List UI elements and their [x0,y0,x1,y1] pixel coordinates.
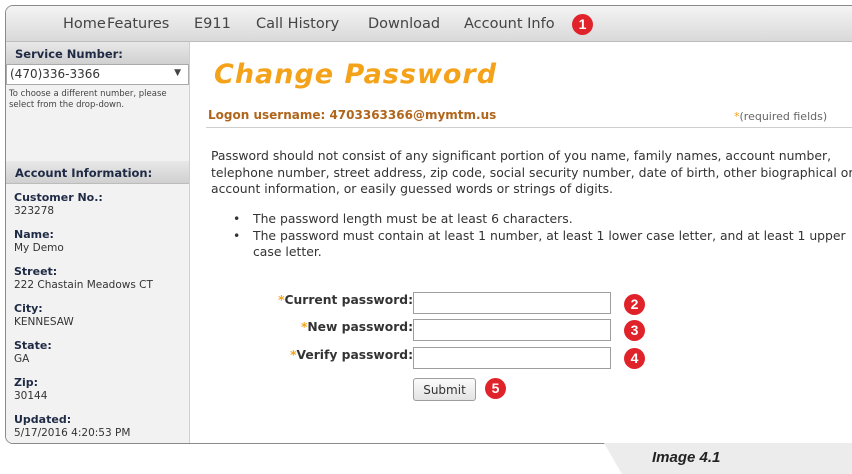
street-label: Street: [14,265,58,278]
password-rule-length: The password length must be at least 6 c… [231,211,852,227]
new-password-label: *New password: [301,320,413,334]
divider [206,127,852,128]
name-label: Name: [14,228,54,241]
name-value: My Demo [14,242,64,254]
new-password-field[interactable] [413,319,611,341]
updated-value: 5/17/2016 4:20:53 PM [14,427,131,439]
app-window: Home Features E911 Call History Download… [5,5,852,444]
new-password-label-text: New password: [307,320,413,334]
nav-account-info[interactable]: Account Info [464,16,555,32]
chevron-down-icon: ▼ [174,68,181,78]
current-password-label: *Current password: [278,293,413,307]
service-number-label: Service Number: [15,47,123,61]
verify-password-label: *Verify password: [290,348,413,362]
callout-badge-5: 5 [485,378,506,399]
required-text: (required fields) [739,110,828,123]
password-rule-complexity: The password must contain at least 1 num… [231,228,852,260]
customer-no-value: 323278 [14,205,55,217]
customer-no-label: Customer No.: [14,191,103,204]
submit-button[interactable]: Submit [413,378,476,401]
nav-features[interactable]: Features [107,16,169,32]
city-value: KENNESAW [14,316,74,328]
service-number-header: Service Number: [6,42,189,65]
nav-home[interactable]: Home [63,16,106,32]
account-information-label: Account Information: [15,166,153,180]
account-information-header: Account Information: [6,161,189,184]
callout-badge-2: 2 [624,294,645,315]
nav-e911[interactable]: E911 [194,16,231,32]
service-number-value: (470)336-3366 [10,67,101,81]
updated-label: Updated: [14,413,72,426]
zip-label: Zip: [14,376,39,389]
top-navigation: Home Features E911 Call History Download… [6,6,852,42]
page-title: Change Password [214,59,498,90]
city-label: City: [14,302,43,315]
callout-badge-1: 1 [572,14,593,35]
nav-call-history[interactable]: Call History [256,16,339,32]
logon-username: Logon username: 4703363366@mymtm.us [208,108,497,122]
callout-badge-3: 3 [624,320,645,341]
current-password-field[interactable] [413,292,611,314]
figure-caption: Image 4.1 [652,449,721,466]
street-value: 222 Chastain Meadows CT [14,279,153,291]
verify-password-label-text: Verify password: [296,348,413,362]
caption-tab [604,443,852,474]
callout-badge-4: 4 [624,348,645,369]
required-fields-note: *(required fields) [734,110,827,123]
zip-value: 30144 [14,390,48,402]
current-password-label-text: Current password: [284,293,414,307]
sidebar: Service Number: (470)336-3366 ▼ To choos… [6,42,190,443]
nav-download[interactable]: Download [368,16,440,32]
verify-password-field[interactable] [413,347,611,369]
state-value: GA [14,353,30,365]
service-number-select[interactable]: (470)336-3366 ▼ [6,64,189,85]
state-label: State: [14,339,52,352]
select-note: To choose a different number, please sel… [9,89,167,110]
password-rules: The password length must be at least 6 c… [231,211,852,261]
password-guidance: Password should not consist of any signi… [211,148,852,196]
